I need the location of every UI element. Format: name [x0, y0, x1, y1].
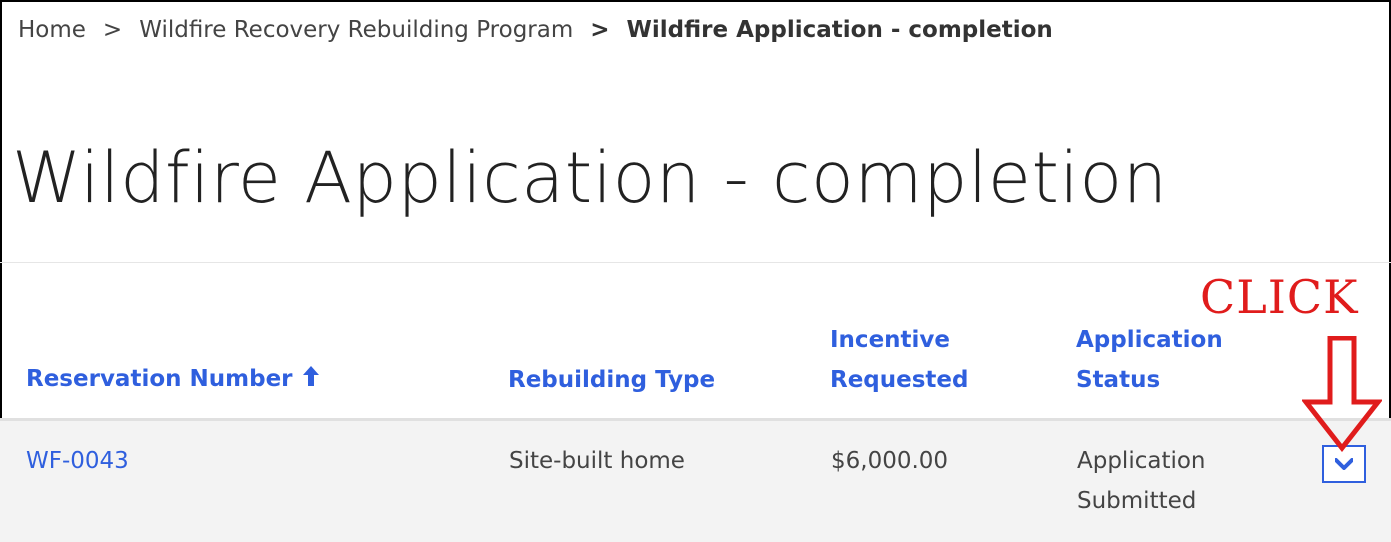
- red-arrow-annotation-icon: [1302, 336, 1382, 456]
- status-line2: Submitted: [1077, 488, 1196, 514]
- applications-table: Reservation Number Rebuilding Type Incen…: [0, 320, 1391, 542]
- incentive-requested-header-line1[interactable]: Incentive: [830, 327, 950, 353]
- click-annotation-label: CLICK: [1200, 270, 1358, 324]
- table-row: WF-0043 Site-built home $6,000.00 Applic…: [0, 420, 1391, 542]
- application-status-header-line1[interactable]: Application: [1076, 327, 1223, 353]
- rebuilding-type-cell: Site-built home: [508, 420, 830, 542]
- application-status-header-line2[interactable]: Status: [1076, 367, 1160, 393]
- column-header-incentive-requested[interactable]: Incentive Requested: [830, 320, 1076, 420]
- chevron-down-icon[interactable]: [1335, 455, 1353, 474]
- reservation-number-header-label[interactable]: Reservation Number: [26, 366, 293, 392]
- column-header-rebuilding-type[interactable]: Rebuilding Type: [508, 320, 830, 420]
- table-header-row: Reservation Number Rebuilding Type Incen…: [0, 320, 1391, 420]
- page-title: Wildfire Application - completion: [12, 130, 1168, 226]
- breadcrumb-program[interactable]: Wildfire Recovery Rebuilding Program: [139, 17, 573, 43]
- breadcrumb: Home > Wildfire Recovery Rebuilding Prog…: [18, 14, 1053, 46]
- incentive-requested-header-line2[interactable]: Requested: [830, 367, 969, 393]
- column-header-reservation-number[interactable]: Reservation Number: [0, 320, 508, 420]
- reservation-number-link[interactable]: WF-0043: [26, 448, 129, 474]
- status-line1: Application: [1077, 448, 1206, 474]
- breadcrumb-separator: >: [590, 17, 609, 43]
- reservation-number-cell: WF-0043: [0, 420, 508, 542]
- breadcrumb-current: Wildfire Application - completion: [627, 17, 1053, 43]
- breadcrumb-separator: >: [103, 17, 122, 43]
- title-divider: [0, 262, 1391, 263]
- breadcrumb-home[interactable]: Home: [18, 17, 86, 43]
- arrow-up-icon[interactable]: [303, 360, 319, 400]
- rebuilding-type-header-label[interactable]: Rebuilding Type: [508, 367, 715, 393]
- incentive-requested-cell: $6,000.00: [830, 420, 1076, 542]
